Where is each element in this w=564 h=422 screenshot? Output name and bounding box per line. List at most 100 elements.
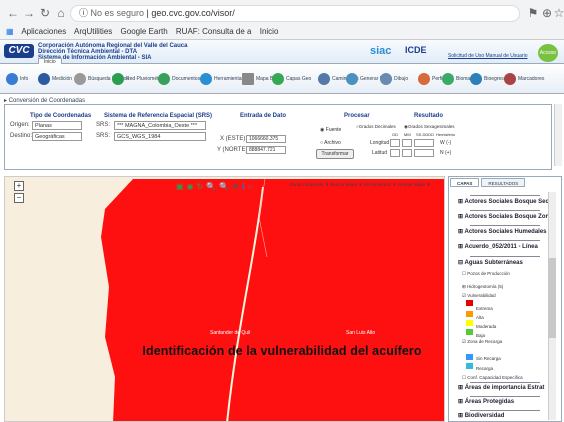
legend-swatch-recarga <box>466 363 473 369</box>
panel-scrollbar[interactable] <box>554 104 562 166</box>
place-label-san-luis: San Luis Alto <box>346 330 376 336</box>
radio-grados-decimales[interactable]: ○Grados Decimales <box>356 124 396 129</box>
tab-resultados[interactable]: RESULTADOS <box>481 178 526 187</box>
srs2-select[interactable]: GCS_WGS_1984 <box>114 132 206 141</box>
lat-gd[interactable] <box>390 149 400 157</box>
radio-fuente[interactable]: ◉ Fuente <box>320 127 341 133</box>
sublayer-hidro[interactable]: ⊞ Hidrogeotomía (5) <box>462 284 503 290</box>
sublayer-vulnerabilidad[interactable]: ☑ Vulnerabilidad <box>462 293 496 299</box>
bookmark-google-earth[interactable]: Google Earth <box>121 27 168 36</box>
magnify-in-icon[interactable]: 🔍 <box>206 182 216 191</box>
lon-gd[interactable] <box>390 139 400 147</box>
back-arrow-icon[interactable]: ← <box>6 6 20 20</box>
opacity-slider[interactable] <box>470 210 540 211</box>
tool-marcadores[interactable]: Marcadores <box>504 68 544 90</box>
col-gd: GD <box>392 132 398 137</box>
tool-dibujo[interactable]: Dibujo <box>380 68 408 90</box>
legend-moderada: Moderada <box>476 324 497 329</box>
destino-label: Destino: <box>10 133 33 139</box>
layer-item[interactable]: ⊞ Áreas Protegidas <box>458 398 514 405</box>
opacity-slider[interactable] <box>470 396 540 397</box>
tool-perfil[interactable]: Perfil <box>418 68 443 90</box>
x-input[interactable]: 1066660.375 <box>246 135 286 143</box>
map-svg <box>101 178 444 421</box>
layer-item[interactable]: ⊞ Biodiversidad <box>458 412 504 419</box>
procesar-title: Procesar <box>344 113 370 119</box>
origen-select[interactable]: Planas <box>32 121 82 130</box>
resultado-title: Resultado <box>414 113 444 119</box>
lat-mm[interactable] <box>402 149 412 157</box>
home-icon[interactable]: ⌂ <box>54 6 68 20</box>
sistema-title: Sistema de Referencia Espacial (SRS) <box>104 113 213 119</box>
reload-icon[interactable]: ↻ <box>38 6 52 20</box>
layer-item-aguas[interactable]: ⊟ Aguas Subterráneas <box>458 259 523 266</box>
opacity-slider[interactable] <box>470 382 540 383</box>
login-avatar[interactable]: Acceso <box>538 44 558 62</box>
tool-info[interactable]: Info <box>6 68 28 90</box>
bookmark-ruaf[interactable]: RUAF: Consulta de a <box>176 27 252 36</box>
lon-ss[interactable] <box>414 139 434 147</box>
zoom-extent-icon[interactable]: ◉ <box>187 182 194 191</box>
bookmark-arqutilities[interactable]: ArqUtilities <box>74 27 112 36</box>
tool-biomas[interactable]: Biomas <box>442 68 473 90</box>
translate-icon[interactable]: ⚑ <box>526 6 540 20</box>
sublayer-pozos[interactable]: ☐ Pozos de Producción <box>462 271 510 277</box>
opacity-slider[interactable] <box>470 225 540 226</box>
identify-icon[interactable]: ℹ <box>242 182 245 191</box>
tool-capas[interactable]: Capas Geo <box>272 68 311 90</box>
bookmark-inicio[interactable]: Inicio <box>260 27 279 36</box>
destino-select[interactable]: Geográficas <box>32 132 82 141</box>
marker-icon <box>504 73 516 85</box>
panel-header[interactable]: ▸ Conversión de Coordenadas <box>4 97 85 104</box>
draw-icon <box>380 73 392 85</box>
srs1-label: SRS: <box>96 122 111 128</box>
transform-button[interactable]: Transformar <box>316 149 354 159</box>
opacity-slider[interactable] <box>470 410 540 411</box>
sublayer-capacidad[interactable]: ☐ Conf. Capacidad Especifica <box>462 375 523 381</box>
legend-extrema: Extrema <box>476 306 493 311</box>
pan-icon[interactable]: ✥ <box>232 182 239 191</box>
magnify-out-icon[interactable]: 🔍 <box>219 182 229 191</box>
layer-item[interactable]: ⊞ Actores Sociales Bosque Sec <box>458 198 549 205</box>
entrada-title: Entrada de Dato <box>240 113 287 119</box>
bookmark-aplicaciones[interactable]: Aplicaciones <box>21 27 66 36</box>
map-icon <box>242 73 254 85</box>
lat-ss[interactable] <box>414 149 434 157</box>
layer-item[interactable]: ⊞ Acuerdo_052/2011 - Línea <box>458 243 538 250</box>
map-menus[interactable]: Zona Condensar ▼ Buscar Mapa ▼ Herramien… <box>290 182 431 187</box>
apps-grid-icon[interactable]: ▦ <box>6 27 14 36</box>
tool-documentos[interactable]: Documentos <box>158 68 200 90</box>
opacity-slider[interactable] <box>470 195 540 196</box>
tab-capas[interactable]: CAPAS <box>450 178 480 187</box>
layer-item[interactable]: ⊞ Actores Sociales Bosque Zon <box>458 213 549 220</box>
opacity-slider[interactable] <box>470 256 540 257</box>
layer-scrollbar-thumb[interactable] <box>548 258 556 338</box>
radio-archivo[interactable]: ○ Archivo <box>320 140 341 146</box>
legend-sin-recarga: Sin Recarga <box>476 356 501 361</box>
address-bar[interactable]: ⓘ No es seguro | geo.cvc.gov.co/visor/ <box>70 5 520 22</box>
zoom-out-button[interactable]: − <box>14 193 24 203</box>
map-canvas[interactable] <box>4 176 445 422</box>
legend-recarga: Recarga <box>476 366 494 371</box>
bookmarks-bar: ▦ Aplicaciones ArqUtilities Google Earth… <box>0 24 564 40</box>
opacity-slider[interactable] <box>470 240 540 241</box>
clear-icon[interactable]: ⌀ <box>248 182 253 191</box>
sublayer-zona-recarga[interactable]: ☑ Zona de Recarga <box>462 339 502 345</box>
srs1-select[interactable]: *** MAGNA_Colombia_Oeste *** <box>114 121 206 130</box>
tool-herramientas[interactable]: Herramientas <box>200 68 244 90</box>
print-icon <box>346 73 358 85</box>
refresh-icon[interactable]: ↻ <box>197 182 204 191</box>
radio-grados-sexagesimales[interactable]: ◉Grados Sexagesimales <box>404 124 454 130</box>
forward-arrow-icon[interactable]: → <box>22 6 36 20</box>
layer-item[interactable]: ⊞ Actores Sociales Humedales <box>458 228 547 235</box>
export-icon[interactable]: ▣ <box>176 182 184 191</box>
zoom-in-button[interactable]: + <box>14 181 24 191</box>
y-input[interactable]: 888847.721 <box>246 146 286 154</box>
manual-link[interactable]: Solicitud de Uso Manual de Usuario <box>448 53 528 59</box>
longitud-label: Longitud <box>370 140 390 146</box>
layer-item[interactable]: ⊞ Áreas de importancia Estrat <box>458 384 544 391</box>
star-icon[interactable]: ☆ <box>552 6 564 20</box>
tool-medicion[interactable]: Medición <box>38 68 72 90</box>
lon-mm[interactable] <box>402 139 412 147</box>
tool-bioegresar[interactable]: Bioegresar <box>470 68 508 90</box>
